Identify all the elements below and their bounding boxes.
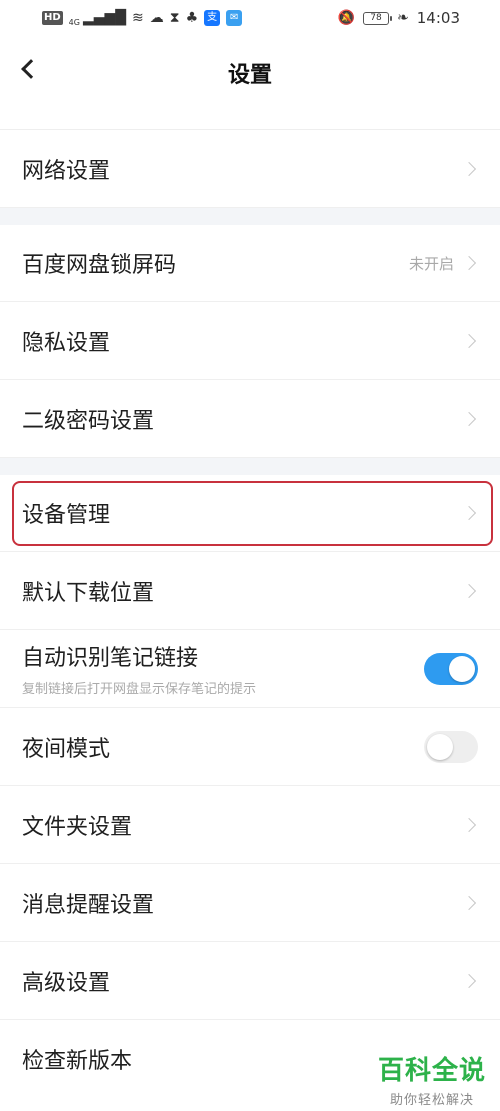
page-title: 设置 <box>227 63 272 88</box>
settings-item-folder[interactable]: 文件夹设置 <box>0 786 500 864</box>
settings-item-label: 文件夹设置 <box>22 814 133 840</box>
settings-item-label: 隐私设置 <box>22 330 111 356</box>
chevron-right-icon <box>461 817 477 832</box>
settings-item-notifications[interactable]: 消息提醒设置 <box>0 864 500 942</box>
settings-item-label: 夜间模式 <box>22 736 111 762</box>
settings-item-note-link: 自动识别笔记链接 复制链接后打开网盘显示保存笔记的提示 <box>0 630 500 708</box>
settings-item-privacy[interactable]: 隐私设置 <box>0 302 500 380</box>
settings-item-device-management[interactable]: 设备管理 <box>0 475 500 552</box>
note-link-toggle[interactable] <box>424 652 478 685</box>
chevron-right-icon <box>461 973 477 988</box>
chevron-right-icon <box>461 255 477 271</box>
chevron-right-icon <box>461 583 477 598</box>
chevron-right-icon <box>461 411 477 426</box>
status-right: 🔕 78 ❧ 14:03 <box>338 9 460 27</box>
hourglass-icon: ⧗ <box>169 10 180 26</box>
status-time: 14:03 <box>416 9 460 27</box>
settings-item-label: 设备管理 <box>22 503 111 528</box>
chevron-right-icon <box>461 161 477 176</box>
settings-item-label: 网络设置 <box>22 158 111 184</box>
wifi-icon: ≋ <box>132 10 144 26</box>
watermark-subtitle: 助你轻松解决 <box>389 1093 474 1108</box>
settings-item-download-location[interactable]: 默认下载位置 <box>0 552 500 630</box>
settings-item-label: 高级设置 <box>22 970 111 996</box>
watermark: 百科全说 助你轻松解决 <box>378 1050 486 1108</box>
baidu-cloud-icon: ☁ <box>149 10 164 26</box>
toggle-knob <box>449 655 475 682</box>
settings-item-label: 自动识别笔记链接 <box>22 646 199 671</box>
section-gap <box>0 208 500 225</box>
mute-bell-icon: 🔕 <box>337 10 356 26</box>
settings-item-secondary-password[interactable]: 二级密码设置 <box>0 380 500 458</box>
app-icon: ♣ <box>185 10 199 26</box>
status-left: HD 4G ▂▄▆█ ≋ ☁ ⧗ ♣ 支 ✉ <box>42 10 243 27</box>
lock-code-status: 未开启 <box>408 254 454 273</box>
back-chevron-left-icon[interactable] <box>21 59 41 79</box>
battery-level: 78 <box>370 13 382 23</box>
section-gap <box>0 458 500 475</box>
alipay-icon: 支 <box>204 10 221 26</box>
message-app-icon: ✉ <box>226 10 243 26</box>
chevron-right-icon <box>461 895 477 910</box>
leaf-icon: ❧ <box>397 10 409 26</box>
toggle-knob <box>427 733 453 760</box>
battery-icon: 78 <box>363 11 393 25</box>
settings-item-advanced[interactable]: 高级设置 <box>0 942 500 1020</box>
watermark-title: 百科全说 <box>377 1056 486 1086</box>
chevron-right-icon <box>461 505 477 521</box>
settings-item-label: 消息提醒设置 <box>22 892 155 918</box>
settings-item-night-mode: 夜间模式 <box>0 708 500 786</box>
night-mode-toggle[interactable] <box>424 730 478 763</box>
settings-item-network[interactable]: 网络设置 <box>0 130 500 208</box>
settings-item-label: 二级密码设置 <box>22 408 155 434</box>
signal-icon: ▂▄▆█ <box>82 10 127 26</box>
settings-item-description: 复制链接后打开网盘显示保存笔记的提示 <box>22 682 257 697</box>
settings-item-lock-code[interactable]: 百度网盘锁屏码 未开启 <box>0 225 500 302</box>
header: 设置 <box>0 36 500 110</box>
settings-item-label: 检查新版本 <box>22 1049 133 1074</box>
hd-badge: HD <box>42 11 63 25</box>
chevron-right-icon <box>461 333 477 348</box>
status-bar: HD 4G ▂▄▆█ ≋ ☁ ⧗ ♣ 支 ✉ 🔕 78 ❧ 14:03 <box>0 0 500 36</box>
settings-item-label: 百度网盘锁屏码 <box>22 253 177 278</box>
network-type: 4G <box>68 17 80 27</box>
settings-item-label: 默认下载位置 <box>22 580 155 606</box>
